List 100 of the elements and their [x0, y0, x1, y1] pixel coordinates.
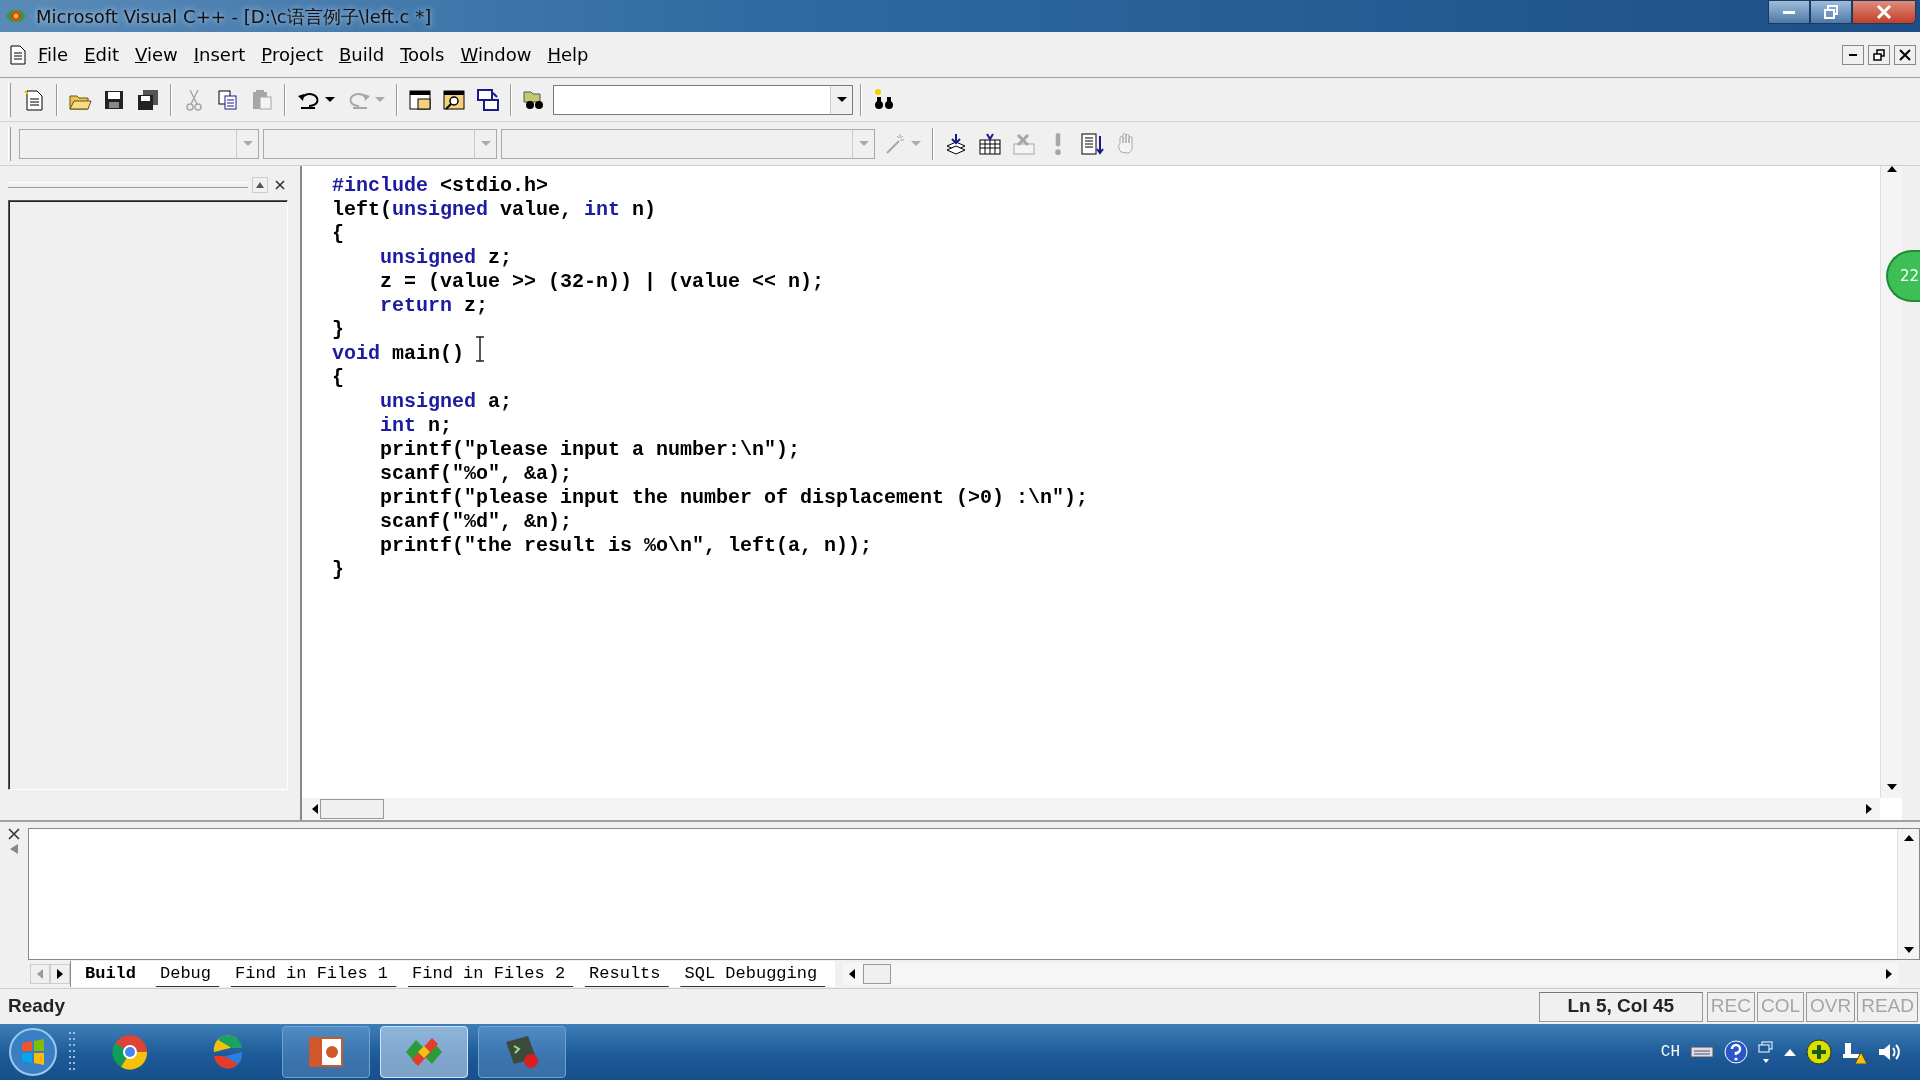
menu-item[interactable]: View [127, 39, 186, 70]
window-title: Microsoft Visual C++ - [D:\c语言例子\left.c *] [36, 4, 432, 29]
restore-button[interactable] [1810, 0, 1852, 24]
taskbar-button[interactable] [478, 1026, 566, 1078]
restore-icon [1873, 48, 1885, 61]
minimize-icon [1783, 10, 1795, 14]
status-indicator: OVR [1806, 991, 1856, 1022]
horizontal-scrollbar[interactable] [843, 963, 1898, 985]
menu-item[interactable]: Insert [185, 39, 254, 70]
down-arrow-icon[interactable] [1903, 947, 1914, 953]
clipboard-icon [250, 87, 274, 112]
help-icon[interactable] [1724, 1040, 1748, 1064]
code-line: #include <stdio.h> [332, 174, 549, 198]
code-line: { [332, 366, 344, 390]
dropdown-field[interactable] [553, 84, 853, 115]
binoculars-icon [872, 87, 896, 112]
right-arrow-icon[interactable] [1866, 804, 1872, 814]
keyboard-icon[interactable] [1690, 1046, 1714, 1058]
scroll-thumb[interactable] [863, 964, 892, 984]
status-indicator: COL [1756, 991, 1804, 1022]
status-message: Ready [7, 994, 67, 1019]
code-line: scanf("%o", &a); [379, 462, 573, 486]
close-icon[interactable] [8, 828, 20, 840]
code-line: int n; [379, 414, 453, 438]
close-button[interactable] [1852, 0, 1916, 24]
vertical-scrollbar[interactable] [1897, 829, 1919, 959]
menu-item[interactable]: Help [539, 39, 597, 70]
code-line: printf("please input a number:\n"); [379, 438, 801, 462]
menu-item[interactable]: Tools [392, 39, 453, 70]
close-button[interactable] [1894, 44, 1916, 65]
status-indicator: READ [1857, 991, 1918, 1022]
menu-item[interactable]: Project [253, 39, 331, 70]
horizontal-scrollbar[interactable] [302, 798, 1880, 820]
caret-icon [325, 97, 335, 102]
up-arrow-icon[interactable] [1886, 166, 1897, 172]
close-icon [1876, 5, 1892, 19]
code-line: unsigned z; [379, 246, 513, 270]
caret-icon [858, 141, 869, 146]
start-orb-icon[interactable] [8, 1027, 58, 1077]
pin-icon[interactable] [10, 844, 18, 854]
right-arrow-icon[interactable] [1886, 969, 1892, 979]
menu-item[interactable]: File [30, 39, 77, 70]
left-arrow-icon[interactable] [849, 969, 856, 979]
up-arrow-icon[interactable] [1784, 1048, 1796, 1056]
code-line: } [332, 318, 344, 342]
language-indicator[interactable]: CH [1660, 1040, 1680, 1064]
floppy-disks-icon [136, 87, 160, 112]
document-icon [10, 44, 26, 65]
code-line: scanf("%d", &n); [379, 510, 573, 534]
status-indicator: REC [1706, 991, 1755, 1022]
new-file-icon [22, 87, 46, 112]
compile-stack-icon [944, 131, 968, 156]
caret-icon [911, 141, 921, 146]
right-arrow-icon [57, 969, 63, 979]
code-line: printf("please input the number of displacement (>0) :\n"); [379, 486, 1089, 510]
code-line: left(unsigned value, int n) [332, 198, 657, 222]
close-icon [275, 180, 285, 190]
menu-item[interactable]: Edit [76, 39, 127, 70]
caret-icon [242, 141, 253, 146]
minimize-icon [1849, 53, 1857, 56]
vertical-scrollbar[interactable] [1880, 166, 1902, 798]
speaker-icon[interactable] [1878, 1043, 1900, 1061]
restore-icon [1824, 5, 1838, 19]
menu-item[interactable]: Window [452, 39, 540, 70]
tab-scroll-right-button[interactable] [50, 964, 70, 984]
window-panel-icon [408, 87, 432, 112]
caret-icon [480, 141, 491, 146]
menu-item[interactable]: Build [330, 39, 393, 70]
restore-icon[interactable] [1758, 1041, 1774, 1063]
build-grid-icon [978, 131, 1002, 156]
scroll-thumb[interactable] [320, 799, 384, 819]
plus-icon[interactable] [1806, 1039, 1832, 1065]
network-warning-icon[interactable] [1842, 1040, 1868, 1064]
text-cursor-icon [474, 336, 486, 362]
window-magnifier-icon [442, 87, 466, 112]
minimize-button[interactable] [1842, 44, 1864, 65]
left-arrow-icon [37, 969, 43, 979]
up-triangle-icon [255, 181, 265, 189]
down-arrow-icon[interactable] [1886, 784, 1897, 790]
caret-icon [375, 97, 385, 102]
code-line: z = (value >> (32-n)) | (value << n); [379, 270, 825, 294]
browser-icon [110, 1032, 150, 1072]
cursor-position: Ln 5, Col 45 [1538, 991, 1703, 1022]
taskbar-button[interactable] [282, 1026, 370, 1078]
minimize-button[interactable] [1768, 0, 1810, 24]
stacked-windows-icon [476, 87, 500, 112]
copy-icon [216, 87, 240, 112]
code-line: return z; [379, 294, 489, 318]
app-logo-icon [4, 7, 28, 25]
stop-build-icon [1012, 131, 1036, 156]
left-arrow-icon[interactable] [312, 804, 318, 814]
exclamation-icon [1055, 132, 1061, 155]
code-line: { [332, 222, 344, 246]
caret-icon [836, 97, 847, 102]
up-arrow-icon[interactable] [1903, 835, 1914, 841]
close-icon [1899, 48, 1911, 61]
document-arrow-icon [1080, 131, 1104, 156]
maximize-pane-button[interactable] [252, 177, 268, 193]
restore-button[interactable] [1868, 44, 1890, 65]
code-line: printf("the result is %o\n", left(a, n)); [379, 534, 873, 558]
